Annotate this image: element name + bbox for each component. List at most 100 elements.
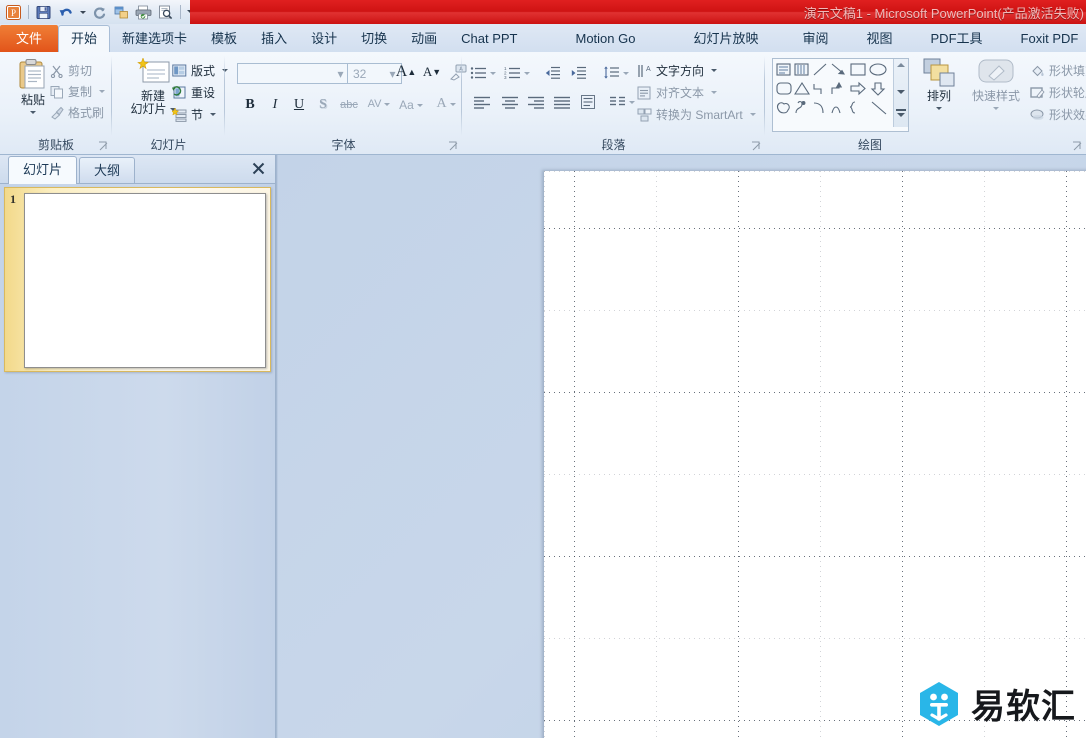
tab-animations[interactable]: 动画 [399, 25, 449, 52]
shapes-gallery-scrollbar[interactable] [893, 59, 908, 127]
drawing-dialog-launcher-icon[interactable] [1072, 141, 1083, 152]
convert-smartart-dropdown-icon[interactable] [749, 113, 756, 116]
section-dropdown-icon[interactable] [210, 113, 217, 116]
justify-button[interactable] [550, 92, 574, 112]
text-shadow-button[interactable]: S [313, 95, 333, 115]
bullets-button[interactable] [470, 64, 496, 82]
font-color-dropdown-icon[interactable] [449, 102, 456, 106]
pane-close-button[interactable] [249, 159, 267, 177]
tab-slide-show[interactable]: 幻灯片放映 [681, 25, 770, 52]
tab-view[interactable]: 视图 [855, 25, 905, 52]
text-direction-button[interactable]: A 文字方向 [637, 62, 718, 79]
slide-canvas[interactable] [544, 171, 1086, 738]
shapes-gallery[interactable] [772, 58, 909, 132]
smartart-icon [637, 108, 652, 121]
paste-dropdown-icon[interactable] [30, 111, 36, 114]
text-direction-dropdown-icon[interactable] [711, 69, 718, 72]
arrange-dropdown-icon[interactable] [936, 107, 942, 110]
italic-button[interactable]: I [265, 95, 285, 115]
tab-home[interactable]: 开始 [58, 25, 111, 53]
font-size-input[interactable]: 32 ▾ [347, 63, 402, 84]
line-spacing-dropdown-icon[interactable] [623, 71, 629, 75]
tab-design[interactable]: 设计 [299, 25, 349, 52]
tab-foxit-pdf[interactable]: Foxit PDF [1009, 25, 1086, 52]
align-text-button[interactable]: 对齐文本 [637, 84, 718, 101]
copy-dropdown-icon[interactable] [99, 90, 106, 93]
tab-chat-ppt[interactable]: Chat PPT [449, 25, 529, 52]
cut-button[interactable]: 剪切 [50, 62, 92, 79]
tab-template[interactable]: 模板 [199, 25, 249, 52]
grow-font-button[interactable]: A ▲ [395, 61, 417, 83]
tab-transitions[interactable]: 切换 [349, 25, 399, 52]
shrink-font-button[interactable]: A ▼ [421, 61, 443, 83]
paragraph-dialog-launcher-icon[interactable] [751, 141, 762, 152]
bold-button[interactable]: B [240, 95, 260, 115]
slide-thumbnail-item[interactable]: 1 [4, 187, 271, 372]
redo-icon[interactable] [89, 2, 110, 22]
tab-insert[interactable]: 插入 [249, 25, 299, 52]
tab-new-tab[interactable]: 新建选项卡 [110, 25, 199, 52]
shapes-scroll-down-icon[interactable] [897, 90, 905, 94]
shapes-scroll-up-icon[interactable] [897, 63, 905, 67]
slide-editing-area[interactable] [276, 155, 1086, 738]
quick-styles-button[interactable]: 快速样式 [965, 58, 1027, 110]
align-center-button[interactable] [498, 92, 522, 112]
line-spacing-button[interactable] [602, 64, 630, 82]
clipboard-dialog-launcher-icon[interactable] [98, 141, 109, 152]
convert-smartart-label: 转换为 SmartArt [656, 108, 743, 122]
tab-review[interactable]: 审阅 [790, 25, 840, 52]
quick-styles-icon [978, 59, 1014, 83]
print-preview-icon[interactable] [155, 2, 176, 22]
cut-label: 剪切 [68, 64, 93, 78]
undo-icon[interactable] [55, 2, 76, 22]
distributed-button[interactable] [576, 92, 600, 112]
font-dialog-launcher-icon[interactable] [448, 141, 459, 152]
pane-tab-slides[interactable]: 幻灯片 [8, 156, 78, 184]
decrease-indent-button[interactable] [542, 64, 564, 82]
numbering-dropdown-icon[interactable] [524, 71, 530, 75]
section-button[interactable]: 节 [172, 106, 217, 123]
convert-smartart-button[interactable]: 转换为 SmartArt [637, 106, 756, 123]
strikethrough-button[interactable]: abc [337, 97, 361, 113]
tab-pdf-tools[interactable]: PDF工具 [919, 25, 995, 52]
numbering-button[interactable]: 1 2 3 [504, 64, 530, 82]
powerpoint-logo-icon[interactable]: P [3, 2, 24, 22]
format-painter-button[interactable]: 格式刷 [50, 104, 104, 121]
ribbon-group-clipboard: 粘贴 剪切 复制 格式刷 剪贴板 [0, 52, 112, 154]
pane-tab-outline[interactable]: 大纲 [79, 157, 136, 183]
shape-fill-button[interactable]: 形状填充 [1030, 62, 1086, 79]
columns-button[interactable] [608, 92, 636, 112]
undo-dropdown-icon[interactable] [77, 2, 88, 22]
tab-motion-go[interactable]: Motion Go [563, 25, 647, 52]
reset-button[interactable]: 重设 [172, 84, 215, 101]
align-left-button[interactable] [470, 92, 494, 112]
gridline-v-2 [656, 171, 657, 738]
align-right-button[interactable] [524, 92, 548, 112]
bullets-dropdown-icon[interactable] [490, 71, 496, 75]
font-name-dropdown-icon[interactable]: ▾ [335, 67, 346, 81]
quick-styles-dropdown-icon[interactable] [993, 107, 999, 110]
qat-separator-2 [180, 5, 181, 19]
font-name-input[interactable]: ▾ [237, 63, 350, 84]
restore-window-icon[interactable] [111, 2, 132, 22]
layout-button[interactable]: 版式 [172, 62, 229, 79]
character-spacing-button[interactable]: AV [365, 94, 393, 114]
increase-indent-button[interactable] [568, 64, 590, 82]
change-case-button[interactable]: Aa [397, 95, 425, 115]
print-icon[interactable] [133, 2, 154, 22]
copy-button[interactable]: 复制 [50, 83, 106, 100]
save-icon[interactable] [33, 2, 54, 22]
change-case-dropdown-icon[interactable] [416, 103, 423, 107]
columns-dropdown-icon[interactable] [629, 100, 635, 104]
align-text-dropdown-icon[interactable] [711, 91, 718, 94]
reset-label: 重设 [191, 86, 216, 100]
font-color-button[interactable]: A [433, 94, 459, 114]
shape-effects-button[interactable]: 形状效果 [1030, 106, 1086, 123]
character-spacing-dropdown-icon[interactable] [384, 102, 391, 106]
arrange-button[interactable]: 排列 [915, 58, 963, 110]
slide-thumbnail-preview[interactable] [24, 193, 266, 368]
shape-outline-button[interactable]: 形状轮廓 [1030, 84, 1086, 101]
shapes-more-icon[interactable] [897, 113, 905, 117]
underline-button[interactable]: U [289, 95, 309, 115]
tab-file[interactable]: 文件 [0, 25, 59, 52]
